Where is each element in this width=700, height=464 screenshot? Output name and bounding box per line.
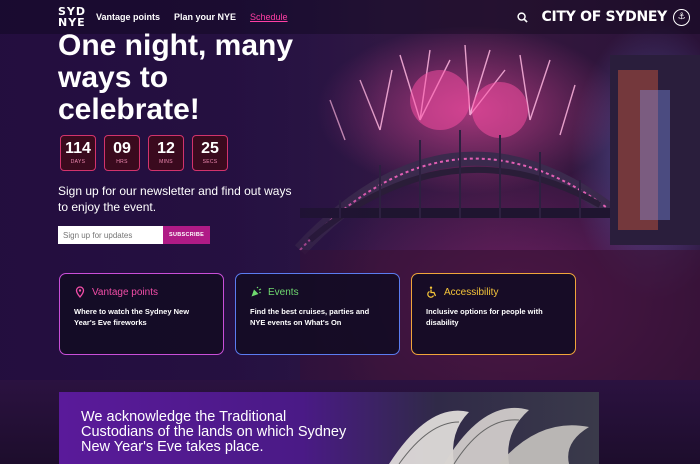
nav-right: CITY OF SYDNEY ⚓ — [516, 8, 690, 26]
card-header: Events — [250, 286, 385, 298]
page-title: One night, many ways to celebrate! — [58, 29, 294, 126]
map-pin-icon — [75, 286, 85, 298]
card-header: Vantage points — [74, 286, 209, 298]
countdown-timer: 114 DAYS 09 HRS 12 MINS 25 SECS — [60, 135, 228, 171]
sydnye-logo[interactable]: SYD NYE — [58, 3, 86, 31]
nav-link-schedule[interactable]: Schedule — [250, 12, 288, 22]
card-events[interactable]: Events Find the best cruises, parties an… — [235, 273, 400, 355]
countdown-minutes: 12 MINS — [148, 135, 184, 171]
nav-link-plan-your-nye[interactable]: Plan your NYE — [174, 12, 236, 22]
card-vantage-points[interactable]: Vantage points Where to watch the Sydney… — [59, 273, 224, 355]
feature-cards: Vantage points Where to watch the Sydney… — [59, 273, 576, 355]
nav-links: Vantage points Plan your NYE Schedule — [96, 12, 288, 22]
nav-link-vantage-points[interactable]: Vantage points — [96, 12, 160, 22]
acknowledgement-text: We acknowledge the Traditional Custodian… — [81, 409, 347, 455]
party-popper-icon — [251, 286, 262, 297]
acknowledgement-banner: We acknowledge the Traditional Custodian… — [59, 392, 599, 464]
countdown-value: 25 — [201, 140, 219, 157]
opera-house-image — [389, 407, 589, 464]
subscribe-button[interactable]: SUBSCRIBE — [163, 226, 211, 244]
card-description: Where to watch the Sydney New Year's Eve… — [74, 307, 190, 327]
search-icon[interactable] — [516, 11, 528, 23]
city-seal-icon: ⚓ — [673, 8, 690, 26]
countdown-label: HRS — [116, 159, 128, 165]
city-logo-text: CITY OF SYDNEY — [541, 9, 668, 25]
card-accessibility[interactable]: Accessibility Inclusive options for peop… — [411, 273, 576, 355]
newsletter-form: SUBSCRIBE — [58, 226, 211, 244]
countdown-label: DAYS — [70, 159, 86, 165]
countdown-label: MINS — [159, 159, 173, 165]
city-of-sydney-logo[interactable]: CITY OF SYDNEY ⚓ — [541, 8, 690, 26]
newsletter-text: Sign up for our newsletter and find out … — [58, 184, 292, 214]
countdown-seconds: 25 SECS — [192, 135, 228, 171]
countdown-days: 114 DAYS — [60, 135, 96, 171]
countdown-value: 114 — [65, 140, 91, 157]
countdown-hours: 09 HRS — [104, 135, 140, 171]
card-title: Accessibility — [444, 286, 499, 298]
card-title: Vantage points — [92, 286, 158, 298]
card-title: Events — [268, 286, 299, 298]
countdown-value: 12 — [157, 140, 175, 157]
card-description: Find the best cruises, parties and NYE e… — [250, 307, 370, 327]
countdown-value: 09 — [113, 140, 131, 157]
newsletter-email-input[interactable] — [58, 226, 163, 244]
card-header: Accessibility — [426, 286, 561, 298]
logo-text-bottom: NYE — [58, 16, 86, 29]
accessibility-icon — [427, 286, 437, 298]
card-description: Inclusive options for people with disabi… — [426, 307, 543, 327]
countdown-label: SECS — [202, 159, 218, 165]
